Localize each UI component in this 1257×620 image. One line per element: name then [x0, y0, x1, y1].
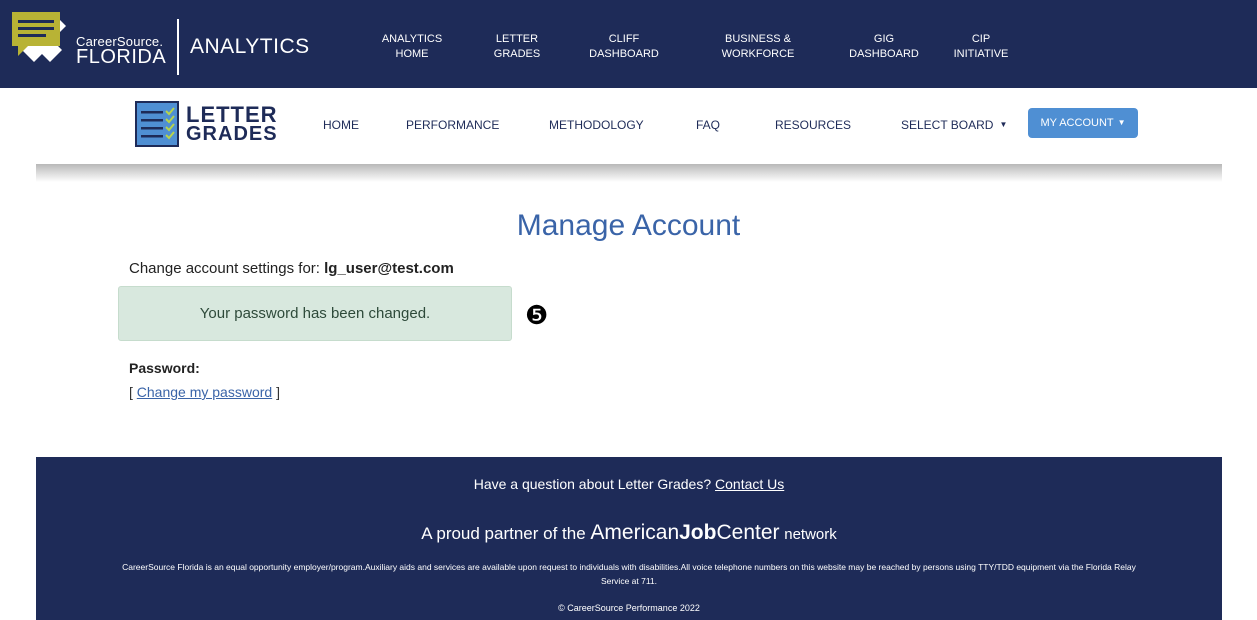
logo-divider	[177, 19, 179, 75]
topnav-label-line2: DASHBOARD	[849, 48, 919, 60]
page-title: Manage Account	[516, 209, 741, 242]
ajc-partner-line: A proud partner of the AmericanJobCenter…	[36, 521, 1222, 545]
caret-down-icon: ▼	[1117, 118, 1126, 127]
topnav-label-line1: GIG	[873, 33, 895, 45]
topnav-label-line2: DASHBOARD	[589, 48, 659, 60]
caret-down-icon: ▼	[999, 120, 1008, 129]
bracket-close: ]	[276, 384, 280, 400]
bracket-open: [	[129, 384, 133, 400]
ajc-american: American	[590, 521, 680, 544]
select-board-label: SELECT BOARD	[901, 118, 994, 132]
partner-suffix: network	[784, 526, 837, 543]
ajc-center: Center	[716, 521, 780, 544]
ajc-job: Job	[679, 521, 717, 544]
password-label: Password:	[129, 360, 200, 376]
topnav-cliff-dashboard[interactable]: CLIFF DASHBOARD	[586, 32, 662, 62]
topnav-label-line1: LETTER	[495, 33, 539, 45]
topnav-label-line1: BUSINESS &	[724, 33, 792, 45]
footer-question: Have a question about Letter Grades? Con…	[36, 476, 1222, 492]
my-account-label: MY ACCOUNT	[1040, 117, 1114, 129]
topnav-label-line1: ANALYTICS	[381, 33, 443, 45]
topnav-business-workforce[interactable]: BUSINESS & WORKFORCE	[718, 32, 798, 62]
contact-us-link[interactable]: Contact Us	[715, 476, 784, 492]
letter-grades-logo-line2[interactable]: GRADES	[186, 124, 278, 144]
top-bar: CareerSource. FLORIDA ANALYTICS ANALYTIC…	[0, 0, 1257, 88]
copyright: © CareerSource Performance 2022	[558, 603, 700, 613]
eeo-statement: CareerSource Florida is an equal opportu…	[122, 562, 1136, 586]
success-alert: Your password has been changed.	[118, 286, 512, 341]
topnav-label-line2: GRADES	[493, 48, 541, 60]
topnav-label-line2: HOME	[395, 48, 429, 60]
brand-line2: FLORIDA	[76, 46, 167, 68]
topnav-label-line2: WORKFORCE	[721, 48, 795, 60]
topnav-label-line1: CLIFF	[608, 33, 640, 45]
change-password-link[interactable]: Change my password	[137, 384, 272, 400]
my-account-button[interactable]: MY ACCOUNT ▼	[1028, 108, 1138, 138]
partner-prefix: A proud partner of the	[421, 524, 586, 543]
account-settings-line: Change account settings for: lg_user@tes…	[129, 260, 454, 277]
nav-resources[interactable]: RESOURCES	[775, 118, 851, 132]
settings-prefix: Change account settings for:	[129, 260, 320, 277]
topnav-letter-grades[interactable]: LETTER GRADES	[490, 32, 544, 62]
nav-shadow	[36, 164, 1222, 182]
american-job-center-logo: AmericanJobCenter	[590, 521, 779, 544]
careersource-logo[interactable]: CareerSource. FLORIDA	[12, 12, 172, 76]
topnav-cip-initiative[interactable]: CIP INITIATIVE	[948, 32, 1014, 62]
select-board-dropdown[interactable]: SELECT BOARD ▼	[901, 118, 1007, 132]
careersource-mark-icon	[12, 12, 66, 62]
letter-grades-logo-icon[interactable]	[135, 101, 179, 147]
password-link-line: [ Change my password ]	[129, 384, 280, 400]
topnav-label-line2: INITIATIVE	[953, 48, 1009, 60]
analytics-title: ANALYTICS	[190, 35, 310, 58]
footer: Have a question about Letter Grades? Con…	[36, 457, 1222, 620]
topnav-gig-dashboard[interactable]: GIG DASHBOARD	[846, 32, 922, 62]
nav-faq[interactable]: FAQ	[696, 118, 720, 132]
nav-methodology[interactable]: METHODOLOGY	[549, 118, 644, 132]
topnav-analytics-home[interactable]: ANALYTICS HOME	[381, 32, 443, 62]
user-email: lg_user@test.com	[324, 260, 454, 277]
topnav-label-line1: CIP	[971, 33, 991, 45]
nav-home[interactable]: HOME	[323, 118, 359, 132]
nav-performance[interactable]: PERFORMANCE	[406, 118, 499, 132]
step-five-marker-icon: ❺	[525, 300, 549, 330]
footer-question-text: Have a question about Letter Grades?	[473, 476, 712, 492]
